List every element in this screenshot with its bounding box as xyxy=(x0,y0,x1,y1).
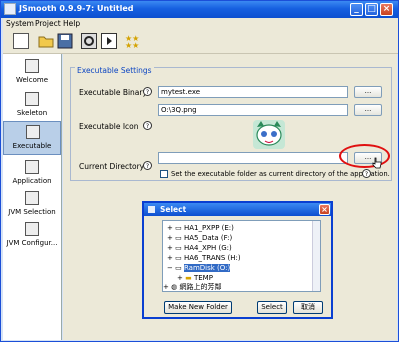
sidebar-item-jvm-selection[interactable]: JVM Selection xyxy=(3,188,61,222)
settings-icon[interactable] xyxy=(81,33,97,49)
directory-label: Current Directory xyxy=(79,162,145,171)
folder-icon: ▬ xyxy=(185,274,192,282)
maximize-button[interactable]: □ xyxy=(365,3,378,16)
app-icon xyxy=(4,3,16,15)
network-icon: ◍ xyxy=(171,283,178,291)
sidebar-item-jvm-configuration[interactable]: JVM Configur... xyxy=(3,219,61,253)
main-window: JSmooth 0.9.9-7: Untitled _ □ × System P… xyxy=(0,0,399,342)
window-title: JSmooth 0.9.9-7: Untitled xyxy=(19,4,134,13)
directory-input[interactable] xyxy=(158,152,348,164)
sidebar-item-application[interactable]: Application xyxy=(3,157,61,191)
binary-label: Executable Binary xyxy=(79,88,147,97)
hand-cursor-icon xyxy=(372,157,382,169)
sidebar-item-label: Application xyxy=(12,177,52,185)
welcome-icon xyxy=(25,59,39,73)
tree-scrollbar[interactable] xyxy=(312,221,320,291)
icon-help-icon[interactable]: ? xyxy=(143,121,152,130)
expander-icon[interactable]: − xyxy=(167,264,173,272)
expander-icon[interactable]: + xyxy=(167,244,173,252)
icon-label: Executable Icon xyxy=(79,122,139,131)
make-new-folder-button[interactable]: Make New Folder xyxy=(164,301,232,314)
select-dialog: Select × + ▭ HA1_PXPP (E:) + ▭ HA5_Data … xyxy=(142,201,333,319)
tree-item-o-drive[interactable]: − ▭ RamDisk (O:) xyxy=(167,264,231,273)
expander-icon[interactable]: + xyxy=(167,254,173,262)
dialog-close-button[interactable]: × xyxy=(319,204,330,215)
sidebar-item-label: JVM Configur... xyxy=(6,239,58,247)
tree-item-network[interactable]: + ◍ 網路上的芳鄰 xyxy=(163,283,221,291)
tree-item-f-drive[interactable]: + ▭ HA5_Data (F:) xyxy=(167,234,232,243)
dialog-title: Select xyxy=(160,205,187,214)
binary-input[interactable]: mytest.exe xyxy=(158,86,348,98)
sidebar-item-label: JVM Selection xyxy=(8,208,56,216)
application-icon xyxy=(25,160,39,174)
menu-bar: System Project Help xyxy=(3,18,398,30)
save-icon[interactable] xyxy=(57,33,73,49)
sidebar-item-label: Welcome xyxy=(15,76,49,84)
tree-item-e-drive[interactable]: + ▭ HA1_PXPP (E:) xyxy=(167,224,234,233)
minimize-button[interactable]: _ xyxy=(350,3,363,16)
title-bar: JSmooth 0.9.9-7: Untitled _ □ × xyxy=(1,1,398,18)
skeleton-icon xyxy=(25,92,39,106)
dialog-title-bar: Select × xyxy=(144,203,331,216)
group-title: Executable Settings xyxy=(75,66,154,75)
toolbar: ★★ ★★ xyxy=(3,30,398,54)
sidebar-item-label: Skeleton xyxy=(16,109,48,117)
jvm-config-icon xyxy=(25,222,39,236)
executable-icon xyxy=(26,125,40,139)
expander-icon[interactable]: + xyxy=(163,283,169,291)
expander-icon[interactable]: + xyxy=(177,274,183,282)
select-button[interactable]: Select xyxy=(257,301,287,314)
sidebar-item-label: Executable xyxy=(12,142,52,150)
sidebar-item-welcome[interactable]: Welcome xyxy=(3,56,61,90)
highlight-circle xyxy=(339,144,390,168)
dialog-app-icon xyxy=(148,206,155,213)
binary-browse-button[interactable]: ... xyxy=(354,86,382,98)
jvm-selection-icon xyxy=(25,191,39,205)
checkbox-help-icon[interactable]: ? xyxy=(362,169,371,178)
open-icon[interactable] xyxy=(38,33,54,49)
icon-browse-button[interactable]: ... xyxy=(354,104,382,116)
directory-help-icon[interactable]: ? xyxy=(143,161,152,170)
set-folder-checkbox[interactable] xyxy=(160,170,168,178)
sidebar-item-skeleton[interactable]: Skeleton xyxy=(3,89,61,123)
sidebar: Welcome Skeleton Executable Application … xyxy=(3,54,62,340)
new-icon[interactable] xyxy=(13,33,29,49)
folder-tree[interactable]: + ▭ HA1_PXPP (E:) + ▭ HA5_Data (F:) + ▭ … xyxy=(162,220,321,292)
run-icon[interactable] xyxy=(101,33,117,49)
stars-icon[interactable]: ★★ ★★ xyxy=(125,33,141,50)
icon-path-input[interactable]: O:\3Q.png xyxy=(158,104,348,116)
menu-help[interactable]: Help xyxy=(63,19,80,28)
tree-item-h-drive[interactable]: + ▭ HA6_TRANS (H:) xyxy=(167,254,241,263)
set-folder-checkbox-label: Set the executable folder as current dir… xyxy=(171,170,390,178)
tree-item-temp-folder[interactable]: + ▬ TEMP xyxy=(177,274,213,283)
menu-system[interactable]: System xyxy=(6,19,34,28)
cancel-button[interactable]: 取消 xyxy=(293,301,323,314)
close-button[interactable]: × xyxy=(380,3,393,16)
executable-icon-preview xyxy=(251,118,287,151)
sidebar-item-executable[interactable]: Executable xyxy=(3,121,61,155)
tree-item-g-drive[interactable]: + ▭ HA4_XPH (G:) xyxy=(167,244,232,253)
svg-text:★★: ★★ xyxy=(125,41,139,49)
expander-icon[interactable]: + xyxy=(167,224,173,232)
binary-help-icon[interactable]: ? xyxy=(143,87,152,96)
expander-icon[interactable]: + xyxy=(167,234,173,242)
menu-project[interactable]: Project xyxy=(35,19,61,28)
